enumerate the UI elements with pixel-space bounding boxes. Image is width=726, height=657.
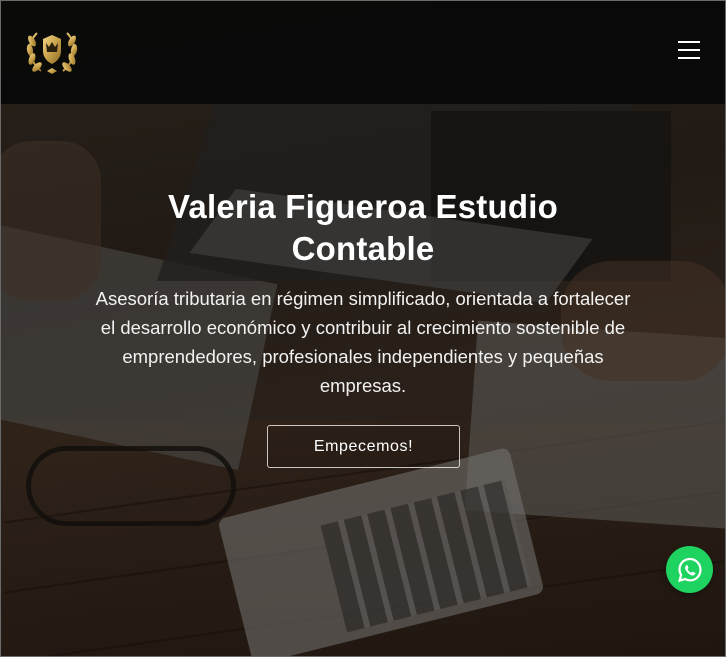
whatsapp-icon	[677, 557, 702, 582]
site-header	[1, 1, 725, 104]
page-title: Valeria Figueroa Estudio Contable	[168, 188, 558, 267]
hero-description: Asesoría tributaria en régimen simplific…	[95, 288, 631, 396]
page: Valeria Figueroa Estudio Contable Asesor…	[0, 0, 726, 657]
whatsapp-button[interactable]	[666, 546, 713, 593]
hamburger-menu-icon[interactable]	[675, 37, 703, 63]
cta-button[interactable]: Empecemos!	[267, 425, 460, 468]
hero-section: Valeria Figueroa Estudio Contable Asesor…	[1, 186, 725, 400]
laurel-crest-logo-icon[interactable]	[23, 25, 81, 77]
